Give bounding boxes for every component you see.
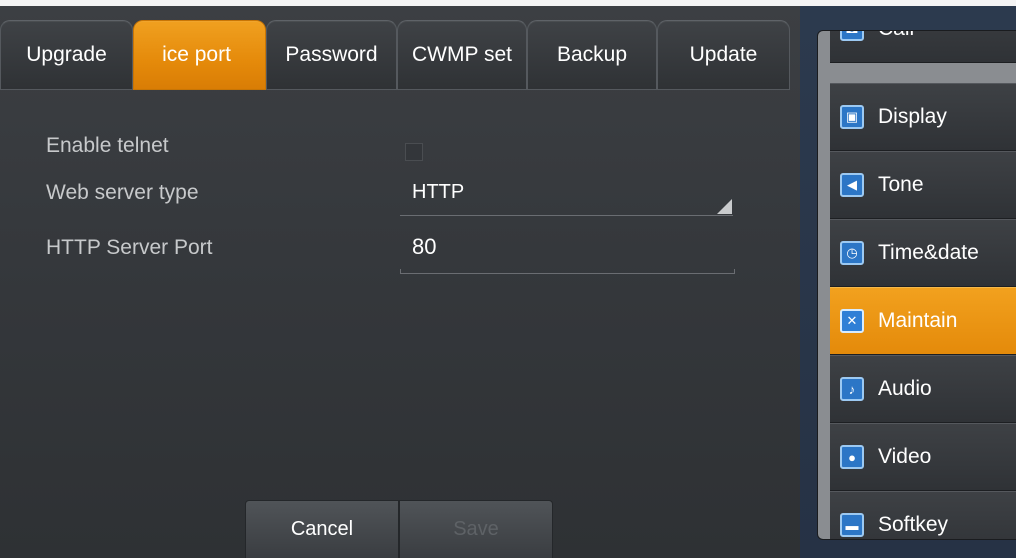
http-port-label: HTTP Server Port xyxy=(46,236,213,259)
tab-service-port[interactable]: ice port xyxy=(133,20,266,90)
input-underline xyxy=(400,269,735,274)
save-button-label: Save xyxy=(453,518,499,540)
settings-menu[interactable]: ☎ Call ▣ Display ◀ Tone ◷ Time&date ✕ Ma… xyxy=(817,30,1016,540)
sidebar-item-video[interactable]: ● Video xyxy=(830,423,1016,491)
tab-backup[interactable]: Backup xyxy=(527,20,657,90)
dropdown-arrow-icon[interactable] xyxy=(717,199,732,214)
sidebar-item-label: Audio xyxy=(878,377,932,400)
tab-label: ice port xyxy=(162,43,231,66)
tab-label: Upgrade xyxy=(26,43,107,66)
tab-update[interactable]: Update xyxy=(657,20,790,90)
sidebar-item-audio[interactable]: ♪ Audio xyxy=(830,355,1016,423)
web-server-type-select[interactable]: HTTP xyxy=(412,181,464,204)
save-button[interactable]: Save xyxy=(399,500,553,558)
tab-label: Backup xyxy=(556,43,628,66)
enable-telnet-checkbox[interactable] xyxy=(405,143,423,161)
settings-panel: Upgrade ice port Password CWMP set Backu… xyxy=(0,6,800,558)
sidebar-item-label: Video xyxy=(878,445,932,468)
phone-icon: ☎ xyxy=(840,31,864,41)
tab-label: CWMP set xyxy=(412,43,512,66)
monitor-icon: ▣ xyxy=(840,105,864,129)
sidebar-item-call[interactable]: ☎ Call xyxy=(830,31,1016,63)
sidebar-item-label: Softkey xyxy=(878,513,949,536)
sidebar-item-display[interactable]: ▣ Display xyxy=(830,83,1016,151)
camera-icon: ● xyxy=(840,445,864,469)
sidebar-item-maintain[interactable]: ✕ Maintain xyxy=(830,287,1016,355)
sidebar-item-label: Display xyxy=(878,105,947,128)
web-server-type-label: Web server type xyxy=(46,181,199,204)
microphone-icon: ♪ xyxy=(840,377,864,401)
enable-telnet-label: Enable telnet xyxy=(46,134,169,157)
sidebar-item-label: Call xyxy=(878,31,914,41)
cancel-button[interactable]: Cancel xyxy=(245,500,399,558)
sidebar-item-softkey[interactable]: ▬ Softkey xyxy=(830,491,1016,539)
sidebar-item-label: Tone xyxy=(878,173,924,196)
tools-icon: ✕ xyxy=(840,309,864,333)
sidebar-item-tone[interactable]: ◀ Tone xyxy=(830,151,1016,219)
tab-bar: Upgrade ice port Password CWMP set Backu… xyxy=(0,20,790,90)
http-port-input[interactable]: 80 xyxy=(412,234,436,260)
select-underline xyxy=(400,211,733,216)
cancel-button-label: Cancel xyxy=(290,518,354,540)
keyboard-icon: ▬ xyxy=(840,513,864,537)
sidebar-item-time-date[interactable]: ◷ Time&date xyxy=(830,219,1016,287)
tab-cwmp-set[interactable]: CWMP set xyxy=(397,20,527,90)
tab-password[interactable]: Password xyxy=(266,20,397,90)
tab-label: Update xyxy=(689,43,758,66)
tab-label: Password xyxy=(285,43,378,66)
sidebar-item-label: Maintain xyxy=(878,309,958,332)
speaker-icon: ◀ xyxy=(840,173,864,197)
tab-upgrade[interactable]: Upgrade xyxy=(0,20,133,90)
clock-icon: ◷ xyxy=(840,241,864,265)
sidebar-item-label: Time&date xyxy=(878,241,979,264)
